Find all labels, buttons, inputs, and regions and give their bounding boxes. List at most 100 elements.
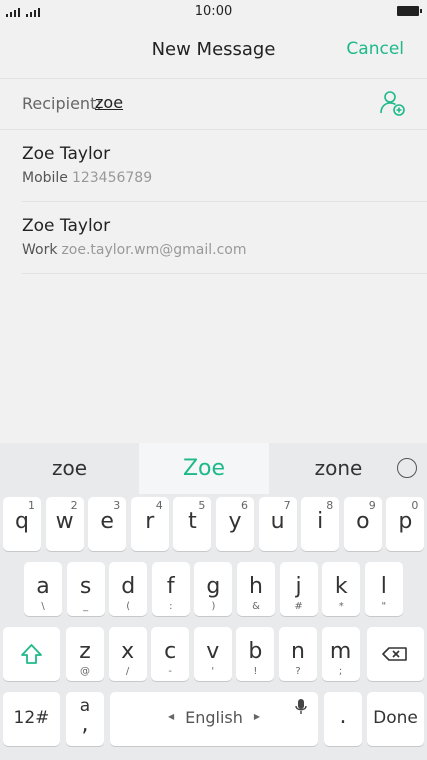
contact-item[interactable]: Zoe Taylor Mobile 123456789 [22,130,427,202]
key-number-hint: 7 [283,499,291,512]
key-b[interactable]: b! [236,627,275,681]
key-m[interactable]: m; [321,627,360,681]
period-label: . [339,704,347,729]
key-letter: t [188,509,197,534]
key-q[interactable]: q1 [3,497,41,551]
key-h[interactable]: h & [237,562,275,616]
key-letter: q [15,509,29,534]
key-letter: h [249,574,263,599]
key-x[interactable]: x / [108,627,147,681]
key-number-hint: 0 [411,499,419,512]
key-symbol-hint: # [294,601,303,612]
contact-number: 123456789 [71,170,153,186]
suggestion-bar: zoe Zoe zone [0,443,427,494]
key-number-hint: 1 [28,499,35,512]
done-label: Done [373,708,418,728]
key-c[interactable]: c- [151,627,190,681]
backspace-key[interactable] [367,627,424,681]
language-key[interactable]: a, [66,692,104,746]
key-letter: c [164,639,177,664]
key-i[interactable]: i8 [301,497,340,551]
key-letter: r [145,509,155,534]
contact-detail: Mobile 123456789 [22,170,152,186]
header: New Message Cancel [0,24,427,78]
key-j[interactable]: j # [279,562,318,616]
key-number-hint: 4 [155,499,163,512]
battery-icon [397,6,422,16]
key-letter: f [166,574,175,599]
key-letter: a [36,574,50,599]
key-a[interactable]: a \ [24,562,62,616]
key-number-hint: 9 [368,499,376,512]
key-r[interactable]: r4 [130,497,169,551]
key-u[interactable]: u7 [258,497,297,551]
key-symbol-hint: * [338,601,344,612]
key-symbol-hint: ! [253,666,258,677]
suggestion-item[interactable]: zone [269,443,408,494]
key-k[interactable]: k * [322,562,361,616]
key-number-hint: 8 [326,499,334,512]
add-contact-icon[interactable] [379,89,407,117]
key-f[interactable]: f: [151,562,190,616]
key-symbol-hint: ; [338,666,343,677]
done-key[interactable]: Done [367,692,424,746]
key-number-hint: 2 [70,499,78,512]
suggestion-item[interactable]: zoe [0,443,139,494]
cancel-button[interactable]: Cancel [346,39,404,59]
key-letter: p [398,509,413,534]
contact-name: Zoe Taylor [22,216,111,236]
key-v[interactable]: v ' [193,627,232,681]
contact-item[interactable]: Zoe Taylor Work zoe.taylor.wm@gmail.com [22,202,427,274]
key-symbol-hint: ( [126,601,131,612]
key-s[interactable]: s _ [66,562,105,616]
key-symbol-hint: / [125,666,130,677]
backspace-icon [382,647,407,661]
key-l[interactable]: l " [364,562,403,616]
key-letter: w [55,509,74,534]
contact-name: Zoe Taylor [22,144,111,164]
key-letter: g [206,574,221,599]
space-key[interactable]: English ◀ ▶ [110,692,318,746]
status-time: 10:00 [194,4,233,19]
suggestion-item-selected[interactable]: Zoe [139,443,269,494]
emoji-icon[interactable] [397,458,417,478]
key-p[interactable]: p0 [386,497,425,551]
key-n[interactable]: n? [279,627,317,681]
shift-icon [21,644,42,664]
symbols-key[interactable]: 12# [3,692,60,746]
recipient-field[interactable]: Recipient: zoe [0,78,427,130]
key-d[interactable]: d( [109,562,148,616]
key-number-hint: 5 [198,499,206,512]
key-g[interactable]: g) [194,562,233,616]
contact-email: zoe.taylor.wm@gmail.com [61,242,247,258]
key-letter: n [291,639,305,664]
key-e[interactable]: e3 [88,497,127,551]
key-letter: l [380,574,387,599]
key-symbol-hint: _ [83,601,89,612]
key-y[interactable]: y6 [216,497,254,551]
key-letter: x [121,639,135,664]
symbols-label: 12# [13,708,50,728]
key-letter: b [248,639,263,664]
key-o[interactable]: o9 [343,497,382,551]
shift-key[interactable] [3,627,60,681]
key-letter: m [329,639,352,664]
key-z[interactable]: z @ [66,627,104,681]
key-symbol-hint: ? [295,666,301,677]
key-letter: s [79,574,92,599]
key-symbol-hint: & [252,601,260,612]
key-w[interactable]: w2 [45,497,84,551]
keyboard: zoe Zoe zone q 1 w 2 e 3 r 4 t 5 y 6 u 7 i 8 o 9 p 0 a \ s _ d(f… [0,443,427,760]
key-t[interactable]: t5 [173,497,212,551]
key-letter: d [121,574,136,599]
status-bar: 10:00 [0,0,427,24]
period-key[interactable]: . [324,692,362,746]
key-letter: e [100,509,114,534]
recipient-label: Recipient: [22,94,102,113]
key-letter: j [295,574,302,599]
key-letter: v [206,639,220,664]
key-number-hint: 6 [241,499,248,512]
contact-type: Work [22,242,58,258]
recipient-input[interactable]: zoe [95,93,123,112]
key-symbol-hint: ' [211,666,215,677]
